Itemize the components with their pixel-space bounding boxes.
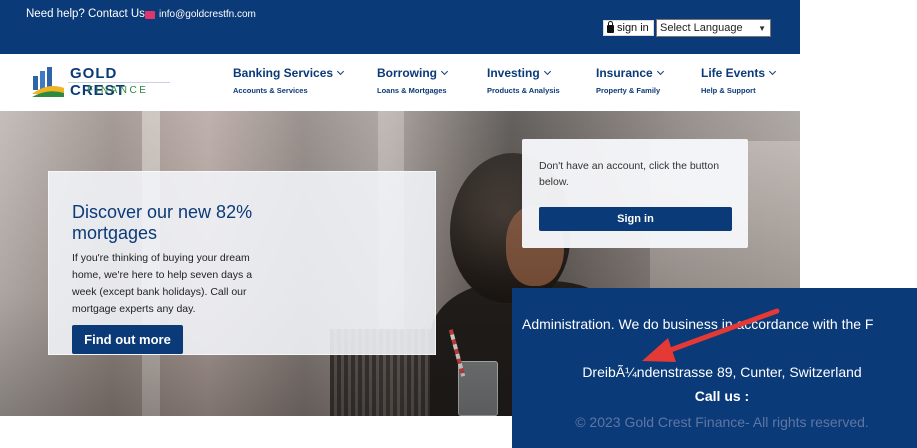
- nav-borrowing-sub: Loans & Mortgages: [377, 86, 447, 95]
- email-link[interactable]: info@goldcrestfn.com: [159, 9, 256, 20]
- email-contact[interactable]: info@goldcrestfn.com: [145, 9, 256, 20]
- nav-life-events-label: Life Events: [701, 66, 766, 80]
- nav-banking-services-sub: Accounts & Services: [233, 86, 308, 95]
- envelope-icon: [145, 10, 155, 19]
- nav-insurance[interactable]: Insurance Property & Family: [596, 66, 664, 95]
- nav-investing-label: Investing: [487, 66, 540, 80]
- chevron-down-icon: ▼: [758, 24, 766, 33]
- logo-mark-icon: [32, 67, 64, 97]
- chevron-down-icon: [440, 67, 449, 76]
- bottom-blank-strip: [0, 416, 512, 448]
- logo-subtitle: FINANCE: [87, 85, 149, 96]
- nav-insurance-label: Insurance: [596, 66, 653, 80]
- language-select[interactable]: Select Language ▼: [656, 19, 771, 37]
- gold-crest-logo[interactable]: GOLD CREST FINANCE: [30, 64, 172, 100]
- chevron-down-icon: [656, 67, 664, 76]
- nav-insurance-sub: Property & Family: [596, 86, 661, 95]
- right-blank-area: [800, 0, 917, 288]
- nav-investing-sub: Products & Analysis: [487, 86, 560, 95]
- mortgage-promo-card: Discover our new 82% mortgages If you're…: [48, 171, 436, 355]
- contact-us-link[interactable]: Need help? Contact Us: [26, 8, 145, 20]
- top-sign-in-button[interactable]: sign in: [603, 20, 654, 36]
- nav-life-events-sub: Help & Support: [701, 86, 756, 95]
- nav-banking-services[interactable]: Banking Services Accounts & Services: [233, 66, 345, 95]
- main-nav: GOLD CREST FINANCE Banking Services Acco…: [0, 54, 800, 111]
- sign-in-button[interactable]: Sign in: [539, 207, 732, 231]
- nav-life-events[interactable]: Life Events Help & Support: [701, 66, 777, 95]
- top-bar: Need help? Contact Us info@goldcrestfn.c…: [0, 0, 800, 54]
- lock-icon: [607, 21, 614, 33]
- sign-in-card-text: Don't have an account, click the button …: [539, 160, 720, 188]
- promo-text: If you're thinking of buying your dream …: [72, 252, 253, 315]
- footer-address: DreibÃ¼ndenstrasse 89, Cunter, Switzerla…: [582, 364, 862, 380]
- promo-title: Discover our new 82% mortgages: [72, 202, 253, 243]
- chevron-down-icon: [543, 67, 551, 76]
- language-select-value: Select Language: [660, 22, 743, 34]
- nav-investing[interactable]: Investing Products & Analysis: [487, 66, 560, 95]
- chevron-down-icon: [337, 67, 345, 76]
- footer-call-us: Call us :: [694, 388, 750, 404]
- sign-in-card: Don't have an account, click the button …: [522, 139, 748, 248]
- footer-copyright: © 2023 Gold Crest Finance- All rights re…: [575, 414, 869, 430]
- nav-borrowing-label: Borrowing: [377, 66, 437, 80]
- find-out-more-button[interactable]: Find out more: [72, 325, 183, 354]
- nav-borrowing[interactable]: Borrowing Loans & Mortgages: [377, 66, 449, 95]
- footer-admin-text: Administration. We do business in accord…: [522, 316, 874, 332]
- chevron-down-icon: [768, 67, 777, 76]
- nav-banking-services-label: Banking Services: [233, 66, 334, 80]
- footer-overlay-panel: Administration. We do business in accord…: [512, 288, 917, 448]
- top-sign-in-label: sign in: [617, 22, 649, 34]
- page: Need help? Contact Us info@goldcrestfn.c…: [0, 0, 917, 448]
